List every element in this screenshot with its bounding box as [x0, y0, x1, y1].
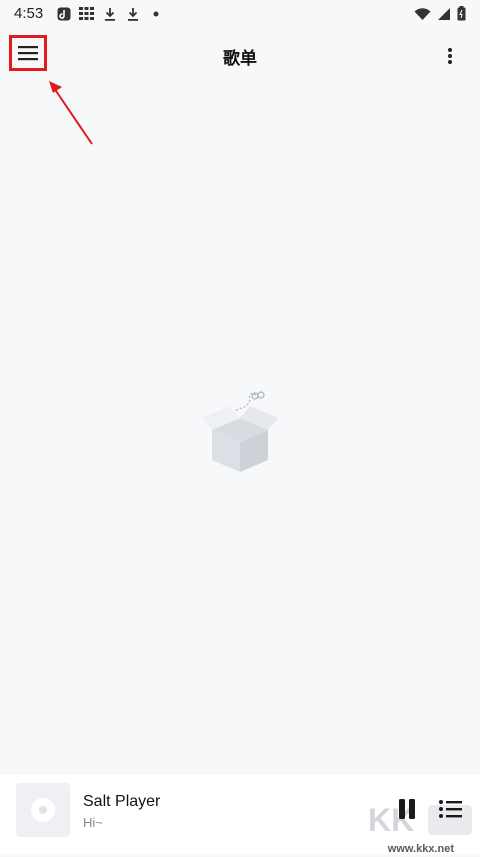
notification-icons — [56, 6, 163, 21]
pause-icon — [399, 799, 415, 819]
wifi-icon — [414, 7, 431, 26]
signal-icon — [437, 7, 451, 26]
download-icon — [125, 6, 140, 21]
more-vert-icon — [448, 48, 452, 64]
empty-box-icon — [202, 391, 278, 472]
pause-button[interactable] — [395, 797, 419, 821]
queue-list-icon — [439, 800, 462, 818]
grid-icon — [79, 6, 94, 21]
mini-player[interactable]: Salt Player Hi~ KK www.kkx.net — [0, 775, 480, 855]
watermark-url: www.kkx.net — [387, 843, 454, 855]
status-time: 4:53 — [14, 5, 44, 22]
dot-icon — [148, 6, 163, 21]
download-icon — [102, 6, 117, 21]
battery-icon — [457, 6, 466, 26]
track-title: Salt Player — [83, 793, 161, 810]
annotation-arrow — [49, 81, 93, 145]
album-art[interactable] — [16, 783, 70, 837]
more-options-button[interactable] — [438, 44, 462, 68]
app-notification-icon — [56, 6, 71, 21]
track-subtitle: Hi~ — [83, 815, 103, 830]
disc-icon — [31, 798, 55, 822]
system-icons — [414, 6, 466, 26]
status-bar: 4:53 — [0, 0, 480, 28]
queue-button[interactable] — [438, 797, 464, 821]
page-title: 歌单 — [223, 49, 257, 68]
